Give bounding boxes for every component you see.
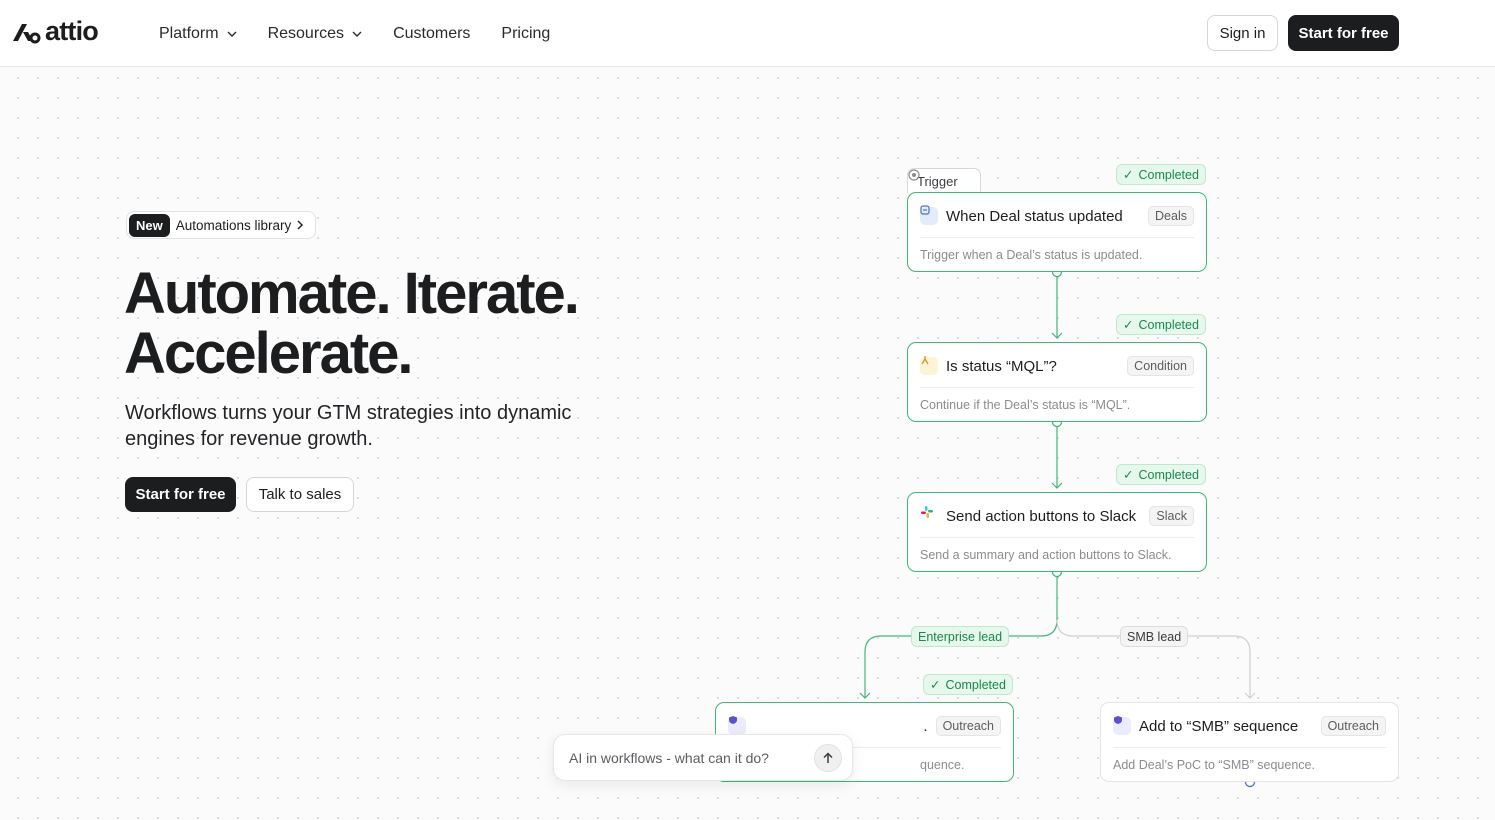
attio-logo[interactable]: attio [11, 16, 99, 47]
chevron-down-icon [352, 31, 362, 37]
condition-icon [920, 356, 938, 375]
workflow-node-slack[interactable]: Send action buttons to Slack Slack Send … [907, 492, 1207, 572]
node-title: Is status “MQL”? [946, 357, 1057, 375]
trigger-tab: Trigger [907, 168, 981, 193]
completed-badge: ✓ Completed [1116, 164, 1206, 185]
divider [920, 537, 1194, 538]
node-title: . [923, 717, 928, 735]
node-title: Send action buttons to Slack [946, 507, 1137, 525]
pill-label: Automations library [175, 217, 292, 233]
arrow-up-icon [823, 751, 833, 763]
new-badge: New [129, 213, 170, 237]
nav-customers-label: Customers [393, 24, 471, 42]
workflow-node-trigger[interactable]: When Deal status updated Deals Trigger w… [907, 192, 1207, 272]
nav-resources-label: Resources [267, 24, 345, 42]
hero-title-line2: Accelerate. [124, 321, 414, 386]
chevron-right-icon [297, 220, 304, 230]
node-title: When Deal status updated [946, 207, 1123, 225]
completed-badge: ✓ Completed [923, 674, 1013, 695]
start-for-free-nav-button[interactable]: Start for free [1288, 15, 1399, 51]
divider [1113, 747, 1386, 748]
node-description: Trigger when a Deal’s status is updated. [920, 248, 1143, 262]
nav-links: Platform Resources Customers Pricing [159, 0, 581, 67]
completed-label: Completed [1138, 467, 1199, 482]
top-navbar: attio Platform Resources Customers Prici… [0, 0, 1495, 67]
node-badge: Slack [1149, 506, 1194, 526]
branch-label-enterprise: Enterprise lead [911, 626, 1010, 647]
node-badge: Condition [1127, 356, 1194, 376]
completed-badge: ✓ Completed [1116, 314, 1206, 335]
nav-pricing[interactable]: Pricing [501, 25, 550, 43]
hero-subtitle: Workflows turns your GTM strategies into… [125, 402, 572, 450]
talk-to-sales-button[interactable]: Talk to sales [246, 477, 354, 512]
slack-icon [920, 506, 938, 525]
branch-label-smb: SMB lead [1120, 626, 1189, 647]
hero-title-line1: Automate. Iterate. [124, 261, 580, 326]
submit-arrow-button[interactable] [814, 743, 842, 772]
outreach-icon [728, 716, 746, 735]
nav-customers[interactable]: Customers [393, 25, 470, 43]
ai-prompt-bar[interactable]: AI in workflows - what can it do? [553, 734, 853, 781]
node-title: Add to “SMB” sequence [1139, 717, 1299, 735]
check-icon: ✓ [1123, 468, 1134, 482]
nav-platform-label: Platform [159, 24, 219, 42]
workflow-node-condition[interactable]: Is status “MQL”? Condition Continue if t… [907, 342, 1207, 422]
sign-in-button[interactable]: Sign in [1207, 15, 1278, 51]
deal-icon [920, 205, 938, 225]
node-badge: Outreach [1320, 716, 1386, 736]
workflow-node-smb-sequence[interactable]: Add to “SMB” sequence Outreach Add Deal’… [1100, 702, 1399, 782]
check-icon: ✓ [930, 678, 941, 692]
completed-label: Completed [945, 677, 1006, 692]
completed-label: Completed [1138, 167, 1199, 182]
automations-library-pill[interactable]: New Automations library [126, 211, 317, 239]
chevron-down-icon [227, 31, 237, 37]
check-icon: ✓ [1123, 318, 1134, 332]
trigger-label: Trigger [917, 173, 958, 189]
node-description: Add Deal’s PoC to “SMB” sequence. [1113, 758, 1315, 772]
node-description: Send a summary and action buttons to Sla… [920, 548, 1172, 562]
nav-pricing-label: Pricing [501, 24, 551, 42]
check-icon: ✓ [1123, 168, 1134, 182]
completed-label: Completed [1138, 317, 1199, 332]
nav-platform[interactable]: Platform [159, 25, 237, 43]
nav-resources[interactable]: Resources [268, 25, 362, 43]
outreach-icon [1113, 716, 1131, 735]
hero-title: Automate. Iterate. Accelerate. [124, 261, 580, 386]
node-badge: Deals [1148, 206, 1194, 226]
ai-prompt-text[interactable]: AI in workflows - what can it do? [569, 750, 814, 766]
divider [920, 387, 1194, 388]
attio-logo-icon [13, 23, 41, 43]
node-description: quence. [920, 758, 965, 772]
divider [920, 237, 1194, 238]
trigger-icon [908, 169, 920, 181]
completed-badge: ✓ Completed [1116, 464, 1206, 485]
node-badge: Outreach [935, 716, 1001, 736]
node-description: Continue if the Deal’s status is “MQL”. [920, 398, 1131, 412]
logo-wordmark: attio [45, 16, 99, 46]
start-for-free-hero-button[interactable]: Start for free [125, 477, 236, 512]
